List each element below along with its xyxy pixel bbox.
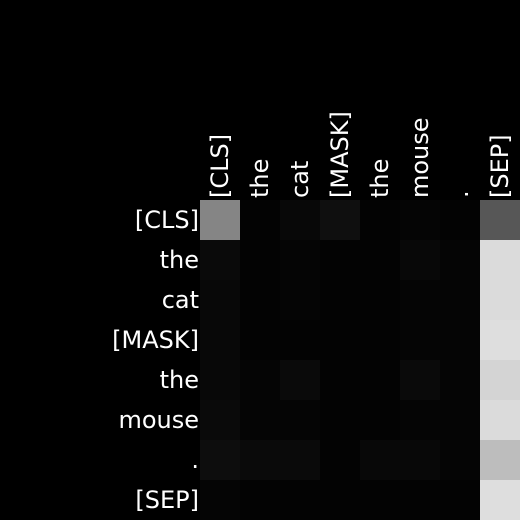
heatmap-cell-r0-c5 [400,200,440,240]
heatmap-cell-r4-c5 [400,360,440,400]
y-tick-label-1: the [160,246,199,274]
heatmap-cell-r7-c7 [480,480,520,520]
heatmap-cell-r5-c2 [280,400,320,440]
heatmap-cell-r7-c0 [200,480,240,520]
heatmap-cell-r2-c1 [240,280,280,320]
y-tick-label-3: [MASK] [112,326,199,354]
heatmap-cell-r0-c0 [200,200,240,240]
heatmap-cell-r6-c7 [480,440,520,480]
heatmap-cell-r6-c2 [280,440,320,480]
heatmap-cell-r5-c0 [200,400,240,440]
y-tick-label-7: [SEP] [135,486,199,514]
heatmap-cell-r1-c7 [480,240,520,280]
heatmap-cell-r3-c5 [400,320,440,360]
heatmap-cell-r2-c3 [320,280,360,320]
heatmap-cell-r4-c0 [200,360,240,400]
heatmap-cell-r4-c2 [280,360,320,400]
heatmap-cell-r3-c6 [440,320,480,360]
heatmap-cell-r7-c5 [400,480,440,520]
heatmap-cell-r3-c7 [480,320,520,360]
heatmap-cell-r1-c4 [360,240,400,280]
y-tick-label-6: . [191,446,199,474]
heatmap-cell-r1-c2 [280,240,320,280]
heatmap-cell-r4-c1 [240,360,280,400]
heatmap-cell-r1-c0 [200,240,240,280]
heatmap-cell-r3-c1 [240,320,280,360]
heatmap-cell-r6-c0 [200,440,240,480]
heatmap-cell-r0-c4 [360,200,400,240]
y-tick-label-5: mouse [118,406,199,434]
heatmap-cell-r6-c3 [320,440,360,480]
heatmap-cell-r6-c5 [400,440,440,480]
x-tick-label-2: cat [286,161,314,198]
heatmap-cell-r4-c3 [320,360,360,400]
y-tick-label-2: cat [162,286,199,314]
heatmap-cell-r2-c4 [360,280,400,320]
heatmap-cell-r2-c5 [400,280,440,320]
heatmap-cell-r1-c1 [240,240,280,280]
heatmap-cell-r5-c6 [440,400,480,440]
heatmap-cell-r3-c2 [280,320,320,360]
heatmap-cell-r5-c7 [480,400,520,440]
x-tick-label-1: the [246,159,274,198]
heatmap-cell-r0-c2 [280,200,320,240]
heatmap-cell-r4-c7 [480,360,520,400]
heatmap-cell-r3-c4 [360,320,400,360]
heatmap-cell-r7-c1 [240,480,280,520]
heatmap-cell-r5-c1 [240,400,280,440]
heatmap-cell-r6-c4 [360,440,400,480]
heatmap-cell-r7-c2 [280,480,320,520]
x-tick-label-0: [CLS] [206,134,234,198]
heatmap-cell-r5-c5 [400,400,440,440]
x-tick-label-4: the [366,159,394,198]
x-tick-label-6: . [446,190,474,198]
heatmap-cell-r5-c3 [320,400,360,440]
y-tick-label-0: [CLS] [135,206,199,234]
heatmap-cell-r0-c6 [440,200,480,240]
heatmap-cell-r0-c3 [320,200,360,240]
heatmap-cell-r6-c1 [240,440,280,480]
heatmap-cell-r2-c7 [480,280,520,320]
heatmap-cell-r1-c5 [400,240,440,280]
heatmap-cell-r2-c6 [440,280,480,320]
heatmap-cell-r6-c6 [440,440,480,480]
heatmap-cells [200,200,520,520]
heatmap-cell-r2-c0 [200,280,240,320]
y-tick-label-4: the [160,366,199,394]
heatmap-cell-r4-c6 [440,360,480,400]
heatmap-cell-r2-c2 [280,280,320,320]
heatmap-cell-r7-c6 [440,480,480,520]
heatmap-cell-r1-c3 [320,240,360,280]
heatmap-cell-r7-c4 [360,480,400,520]
x-tick-label-3: [MASK] [326,111,354,198]
x-tick-label-7: [SEP] [486,134,514,198]
heatmap-cell-r4-c4 [360,360,400,400]
heatmap-cell-r0-c1 [240,200,280,240]
heatmap-cell-r0-c7 [480,200,520,240]
heatmap-cell-r3-c0 [200,320,240,360]
heatmap-cell-r5-c4 [360,400,400,440]
x-tick-label-5: mouse [406,117,434,198]
attention-heatmap: [CLS] the cat [MASK] the mouse. [SEP] [CLS]the… [0,0,520,520]
heatmap-cell-r3-c3 [320,320,360,360]
heatmap-cell-r7-c3 [320,480,360,520]
heatmap-cell-r1-c6 [440,240,480,280]
